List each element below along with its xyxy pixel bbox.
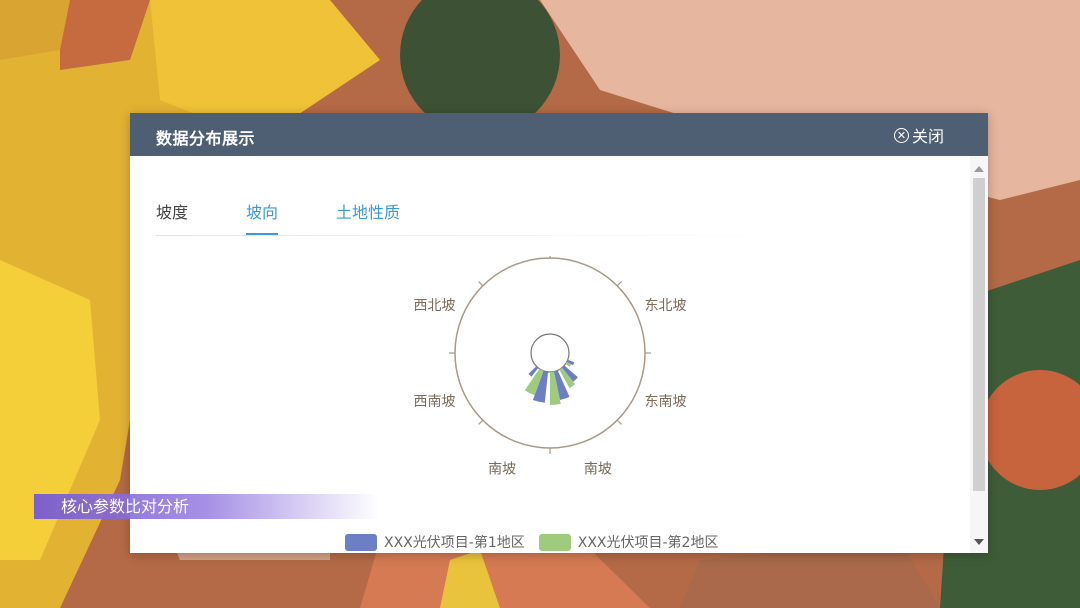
chart-legend: XXX光伏项目-第1地区 XXX光伏项目-第2地区 [345,531,732,553]
legend-label-series-2: XXX光伏项目-第2地区 [577,535,719,551]
polar-tick-3 [616,419,622,425]
scroll-thumb[interactable] [973,178,985,491]
legend-swatch-series-1 [345,533,377,551]
direction-label-4: 南坡 [584,461,612,477]
direction-label-5: 南坡 [488,461,516,477]
close-button[interactable]: ✕ 关闭 [893,123,944,147]
polar-outer-ring [454,257,646,449]
legend-item-series-2[interactable]: XXX光伏项目-第2地区 [538,532,719,552]
direction-label-6: 西南坡 [414,394,456,410]
close-icon: ✕ [893,127,909,143]
tab-land-type[interactable]: 土地性质 [336,199,400,235]
direction-label-2: 东北坡 [644,298,686,314]
legend-label-series-1: XXX光伏项目-第1地区 [384,535,525,551]
polar-tick-7 [478,281,484,287]
data-distribution-dialog: 数据分布展示 ✕ 关闭 坡度 坡向 土地性质 北坡北坡东北坡东南坡南坡南坡西南坡… [130,113,988,553]
polar-inner-ring [530,333,570,373]
scroll-down-icon[interactable] [974,539,984,545]
polar-tick-5 [478,419,484,425]
dialog-header: 数据分布展示 ✕ 关闭 [130,113,988,156]
tab-divider [156,235,786,236]
vertical-scrollbar[interactable] [970,156,988,553]
legend-swatch-series-2 [538,533,571,551]
tab-slope[interactable]: 坡度 [156,199,188,235]
scroll-up-icon[interactable] [974,166,984,172]
direction-label-7: 西北坡 [414,298,456,314]
direction-label-3: 东南坡 [644,394,686,410]
tab-aspect[interactable]: 坡向 [246,199,279,235]
legend-item-series-1[interactable]: XXX光伏项目-第1地区 [345,532,525,552]
polar-tick-1 [616,281,622,287]
dialog-title: 数据分布展示 [156,129,256,148]
close-label: 关闭 [911,127,944,146]
video-caption: 核心参数比对分析 [34,494,379,519]
tab-bar: 坡度 坡向 土地性质 [156,199,916,239]
